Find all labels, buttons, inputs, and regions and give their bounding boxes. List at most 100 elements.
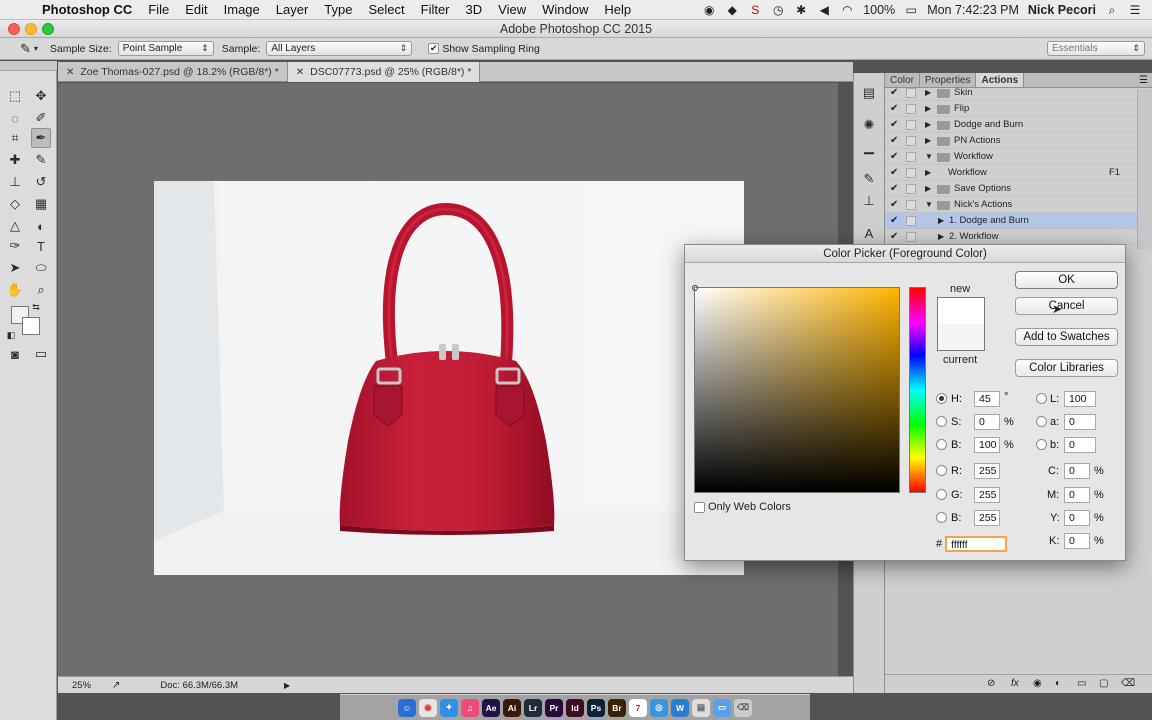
close-window-button[interactable] <box>8 23 20 35</box>
tool-preset-chevron-icon[interactable]: ▾ <box>34 44 38 53</box>
dialog-toggle-box[interactable] <box>906 88 916 98</box>
action-row[interactable]: ✔ ▼ Nick's Actions <box>885 197 1137 213</box>
move-tool-icon[interactable]: ✥ <box>31 86 51 106</box>
yellow-input[interactable]: 0 <box>1064 510 1090 526</box>
lightness-radio[interactable] <box>1036 393 1047 404</box>
green-input[interactable]: 255 <box>974 487 1000 503</box>
dock-app-pr-icon[interactable]: Pr <box>545 698 563 717</box>
pen-tool-icon[interactable]: ✑ <box>5 236 25 256</box>
action-row[interactable]: ✔ ▶ Skin <box>885 85 1137 101</box>
saturation-brightness-field[interactable] <box>692 285 900 493</box>
gradient-tool-icon[interactable]: ▦ <box>31 194 51 214</box>
dock-app-br-icon[interactable]: Br <box>608 698 626 717</box>
blur-tool-icon[interactable]: △ <box>5 216 25 236</box>
finder-icon[interactable]: ☺ <box>398 698 416 717</box>
action-toggle-checkmark-icon[interactable]: ✔ <box>890 181 898 197</box>
brightness-input[interactable]: 100 <box>974 437 1000 453</box>
minimize-window-button[interactable] <box>25 23 37 35</box>
swap-colors-icon[interactable]: ⇆ <box>30 301 42 313</box>
new-action-icon[interactable]: ▢ <box>1099 678 1108 689</box>
collapsed-triangle-icon[interactable]: ▶ <box>925 133 931 149</box>
hue-slider-left-arrow-icon[interactable]: ▷ <box>903 461 909 470</box>
preview-icon[interactable]: ▤ <box>692 698 710 717</box>
history-brush-tool-icon[interactable]: ↺ <box>31 172 51 192</box>
background-color-swatch[interactable] <box>22 317 40 335</box>
action-toggle-checkmark-icon[interactable]: ✔ <box>890 85 898 101</box>
action-toggle-checkmark-icon[interactable]: ✔ <box>890 197 898 213</box>
ellipse-tool-icon[interactable]: ⬭ <box>31 258 51 278</box>
red-input[interactable]: 255 <box>974 463 1000 479</box>
action-row[interactable]: ✔ ▶ 2. Workflow <box>885 229 1137 245</box>
delete-icon[interactable]: ⌫ <box>1121 678 1135 689</box>
word-icon[interactable]: W <box>671 698 689 717</box>
collapsed-triangle-icon[interactable]: ▶ <box>925 181 931 197</box>
trash-icon[interactable]: ⌫ <box>734 698 752 717</box>
spotlight-search-icon[interactable]: ⌕ <box>1105 3 1119 17</box>
close-tab-icon[interactable]: ✕ <box>66 67 74 78</box>
time-machine-icon[interactable]: ◷ <box>771 3 785 17</box>
dodge-tool-icon[interactable]: ◐ <box>31 216 51 236</box>
dock-app-ai-icon[interactable]: Ai <box>503 698 521 717</box>
path-selection-tool-icon[interactable]: ➤ <box>5 258 25 278</box>
play-icon[interactable]: ◐ <box>1055 678 1061 689</box>
chrome-icon[interactable]: ◉ <box>419 698 437 717</box>
black-input[interactable]: 0 <box>1064 533 1090 549</box>
action-toggle-checkmark-icon[interactable]: ✔ <box>890 229 898 245</box>
b-input[interactable]: 0 <box>1064 437 1096 453</box>
clone-stamp-tool-icon[interactable]: ⊥ <box>5 172 25 192</box>
action-toggle-checkmark-icon[interactable]: ✔ <box>890 101 898 117</box>
color-libraries-button[interactable]: Color Libraries <box>1015 359 1118 377</box>
a-radio[interactable] <box>1036 416 1047 427</box>
action-toggle-checkmark-icon[interactable]: ✔ <box>890 213 898 229</box>
battery-icon[interactable]: ▭ <box>904 3 918 17</box>
collapsed-triangle-icon[interactable]: ▶ <box>925 117 931 133</box>
fx-icon[interactable]: fx <box>1011 678 1019 689</box>
dialog-toggle-box[interactable] <box>906 216 916 226</box>
action-row[interactable]: ✔ ▶ Workflow F1 <box>885 165 1137 181</box>
ok-button[interactable]: OK <box>1015 271 1118 289</box>
brush-tool-icon[interactable]: ✎ <box>31 150 51 170</box>
close-tab-icon[interactable]: ✕ <box>296 67 304 78</box>
clock[interactable]: Mon 7:42:23 PM <box>927 3 1019 17</box>
saturation-radio[interactable] <box>936 416 947 427</box>
share-icon[interactable]: ↗ <box>112 680 120 691</box>
tab-document-2[interactable]: ✕ DSC07773.psd @ 25% (RGB/8*) * <box>287 62 481 82</box>
hue-slider[interactable] <box>909 287 926 493</box>
zoom-window-button[interactable] <box>42 23 54 35</box>
tools-panel-header[interactable] <box>0 61 57 71</box>
hue-radio[interactable] <box>936 393 947 404</box>
menu-type[interactable]: Type <box>316 2 360 17</box>
record-icon[interactable]: ◉ <box>702 3 716 17</box>
brightness-radio[interactable] <box>936 439 947 450</box>
actions-scrollbar[interactable] <box>1137 89 1152 249</box>
action-row[interactable]: ✔ ▼ Workflow <box>885 149 1137 165</box>
eyedropper-tool-icon[interactable]: ✒ <box>31 128 51 148</box>
menu-view[interactable]: View <box>490 2 534 17</box>
sample-size-select[interactable]: Point Sample <box>117 41 214 56</box>
menu-edit[interactable]: Edit <box>177 2 215 17</box>
hue-input[interactable]: 45 <box>974 391 1000 407</box>
history-panel-icon[interactable]: ▤ <box>859 83 879 103</box>
brush-presets-panel-icon[interactable]: ✎ <box>859 169 879 189</box>
zoom-tool-icon[interactable]: ⌕ <box>31 280 51 300</box>
lasso-tool-icon[interactable]: ◌ <box>5 108 25 128</box>
dialog-toggle-box[interactable] <box>906 232 916 242</box>
browser-icon[interactable]: ◎ <box>650 698 668 717</box>
cyan-input[interactable]: 0 <box>1064 463 1090 479</box>
screen-mode-icon[interactable]: ▭ <box>31 344 51 364</box>
blue-input[interactable]: 255 <box>974 510 1000 526</box>
skype-icon[interactable]: S <box>748 3 762 17</box>
collapsed-triangle-icon[interactable]: ▶ <box>925 85 931 101</box>
expanded-triangle-icon[interactable]: ▼ <box>925 149 933 165</box>
wifi-icon[interactable]: ◠ <box>840 3 854 17</box>
action-toggle-checkmark-icon[interactable]: ✔ <box>890 117 898 133</box>
collapsed-triangle-icon[interactable]: ▶ <box>938 213 944 229</box>
type-tool-icon[interactable]: T <box>31 236 51 256</box>
hue-slider-right-arrow-icon[interactable]: ◁ <box>927 461 933 470</box>
dialog-toggle-box[interactable] <box>906 120 916 130</box>
blue-radio[interactable] <box>936 512 947 523</box>
action-toggle-checkmark-icon[interactable]: ✔ <box>890 149 898 165</box>
collapsed-triangle-icon[interactable]: ▶ <box>925 101 931 117</box>
lightness-input[interactable]: 100 <box>1064 391 1096 407</box>
user-name[interactable]: Nick Pecori <box>1028 3 1096 17</box>
